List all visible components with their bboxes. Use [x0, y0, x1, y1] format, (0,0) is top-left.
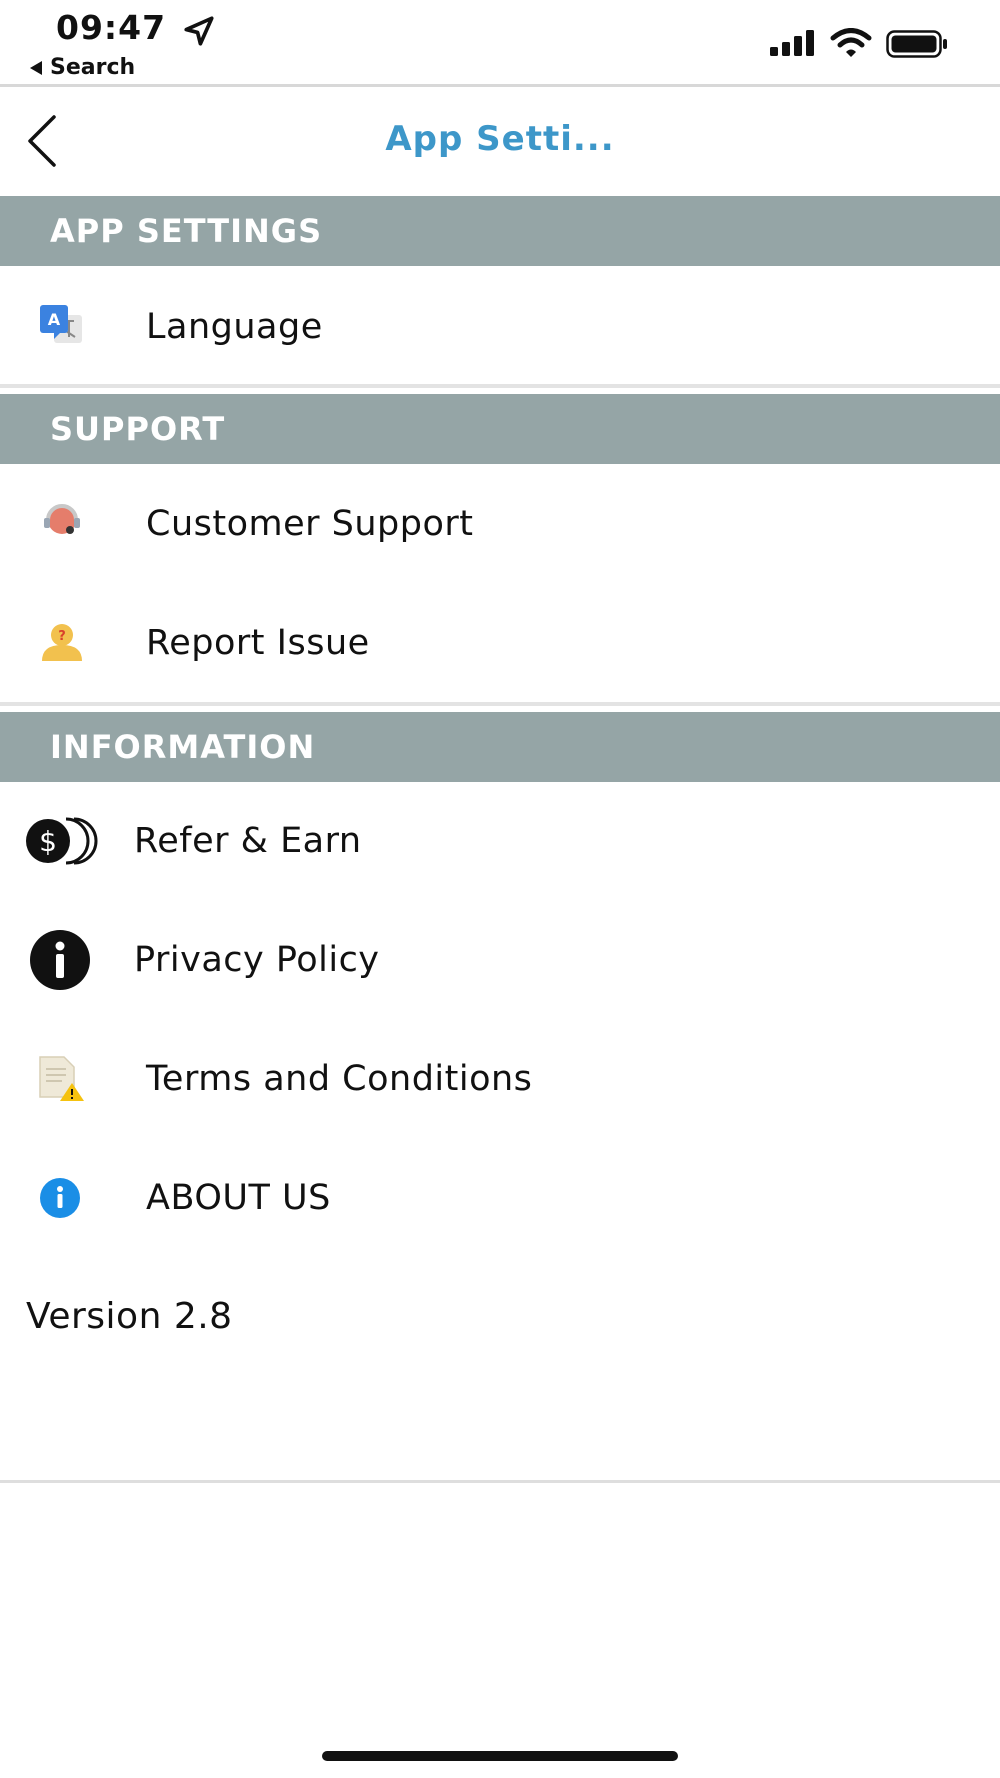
info-blue-icon	[40, 1178, 80, 1218]
list-item-label: Language	[146, 307, 323, 347]
svg-text:?: ?	[58, 629, 66, 644]
battery-icon	[886, 30, 947, 58]
list-item-label: Refer & Earn	[134, 821, 362, 861]
coins-icon: $	[26, 817, 98, 865]
section-header-app-settings: APP SETTINGS	[0, 196, 1000, 266]
list-item-label: Terms and Conditions	[146, 1059, 533, 1099]
translate-icon: A	[40, 305, 82, 343]
cellular-signal-icon	[770, 30, 814, 56]
list-item-label: Privacy Policy	[134, 940, 380, 980]
status-bar: 09:47 Search	[0, 0, 1000, 86]
location-arrow-icon	[184, 16, 214, 46]
list-item-terms[interactable]: Terms and Conditions	[0, 1020, 1000, 1138]
list-item-privacy-policy[interactable]: Privacy Policy	[0, 901, 1000, 1019]
customer-support-icon	[44, 504, 80, 534]
list-item-report-issue[interactable]: ? Report Issue	[0, 584, 1000, 702]
section-header-support: SUPPORT	[0, 394, 1000, 464]
list-item-about-us[interactable]: ABOUT US	[0, 1139, 1000, 1257]
report-issue-icon: ?	[42, 624, 82, 661]
list-item-language[interactable]: A Language	[0, 268, 1000, 386]
svg-text:$: $	[39, 825, 57, 858]
page-title: App Setti...	[385, 119, 615, 159]
section-header-information: INFORMATION	[0, 712, 1000, 782]
list-item-refer-earn[interactable]: $ Refer & Earn	[0, 782, 1000, 900]
back-to-search[interactable]: Search	[30, 55, 135, 80]
back-to-search-label: Search	[50, 55, 136, 80]
list-item-label: ABOUT US	[146, 1178, 331, 1218]
navigation-bar: App Setti...	[0, 87, 1000, 196]
back-triangle-icon	[30, 60, 42, 75]
section-divider	[0, 702, 1000, 706]
version-label: Version 2.8	[26, 1296, 233, 1337]
status-time: 09:47	[56, 8, 167, 47]
svg-text:A: A	[48, 310, 61, 329]
document-warning-icon	[39, 1056, 84, 1101]
info-circle-icon	[30, 930, 90, 990]
list-item-customer-support[interactable]: Customer Support	[0, 465, 1000, 583]
wifi-icon	[830, 28, 872, 57]
home-indicator[interactable]	[322, 1751, 678, 1761]
content-bottom-divider	[0, 1480, 1000, 1483]
section-divider	[0, 384, 1000, 388]
list-item-label: Customer Support	[146, 504, 474, 544]
list-item-label: Report Issue	[146, 623, 370, 663]
